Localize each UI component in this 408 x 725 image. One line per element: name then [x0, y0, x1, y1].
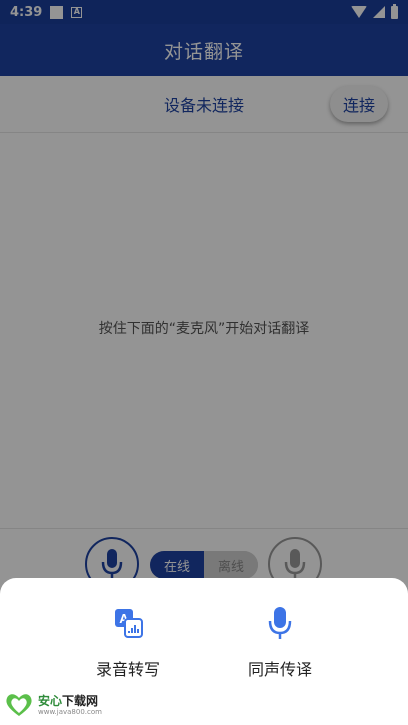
- watermark-text: 安心下载网 www.java800.com: [38, 694, 102, 717]
- option-label: 同声传译: [247, 662, 312, 679]
- watermark-brand: 安心: [38, 693, 63, 708]
- heart-logo-icon: [6, 694, 32, 716]
- screen: 4:39 A 对话翻译 设备未连接 连接 按住下面的“麦克风”开始对话翻译 在线…: [0, 0, 408, 725]
- watermark-brand-suffix: 下载网: [62, 693, 99, 708]
- watermark-url: www.java800.com: [38, 707, 102, 716]
- microphone-icon: [263, 606, 297, 640]
- option-simultaneous-interpretation[interactable]: 同声传译: [210, 606, 350, 686]
- option-label: 录音转写: [95, 662, 160, 679]
- option-recording-transcription[interactable]: A 录音转写: [58, 606, 198, 686]
- watermark-title: 安心下载网: [38, 694, 102, 708]
- site-watermark: 安心下载网 www.java800.com: [4, 692, 102, 718]
- translate-doc-icon: A: [111, 606, 145, 640]
